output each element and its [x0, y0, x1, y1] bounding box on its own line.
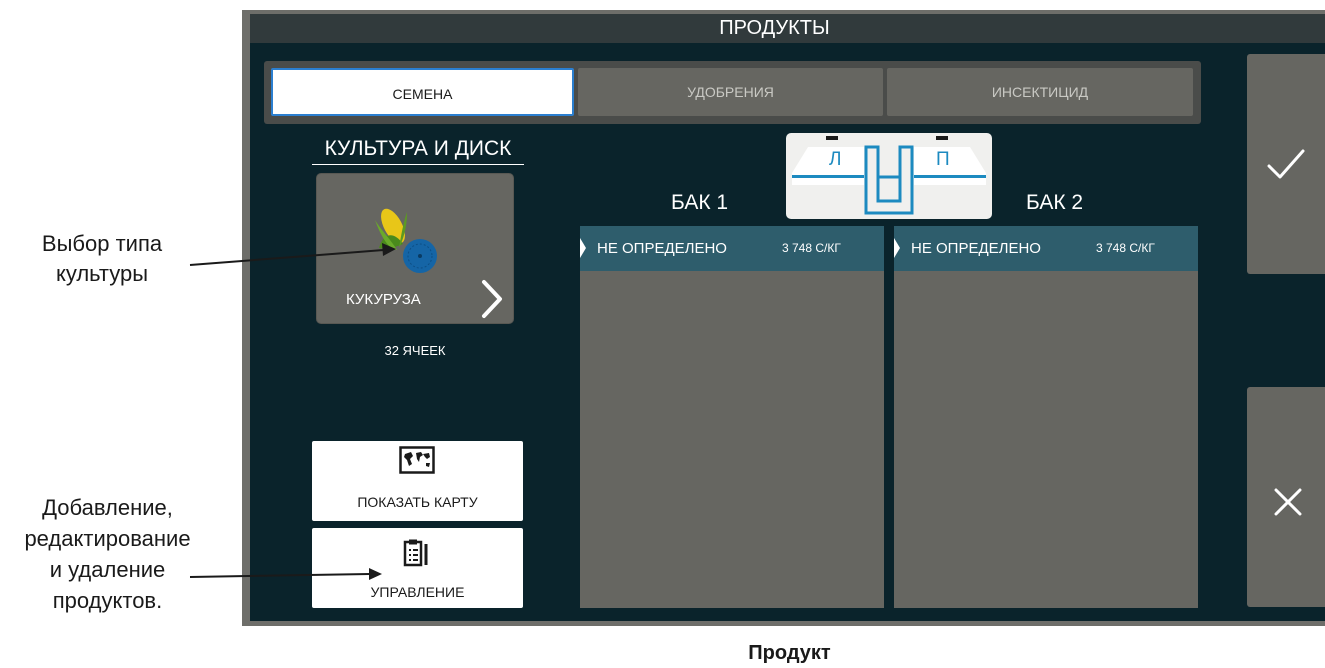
annotation-arrows: [189, 243, 396, 580]
figure-caption: Продукт: [748, 642, 831, 664]
